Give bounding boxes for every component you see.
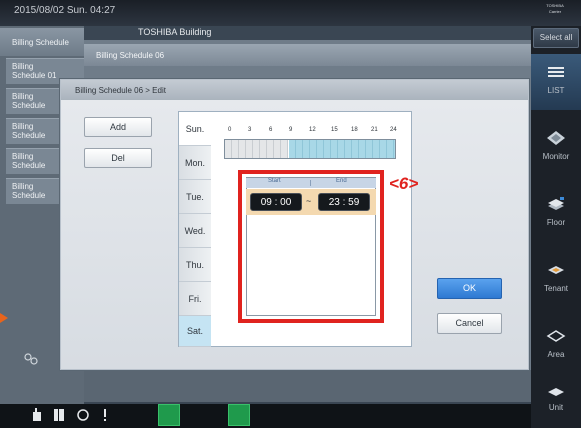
nav-floor-button[interactable]: Floor <box>531 186 581 242</box>
datetime-display: 2015/08/02 Sun. 04:27 <box>14 5 116 16</box>
list-icon <box>548 67 564 77</box>
alert-icon[interactable] <box>96 406 114 424</box>
monitor-icon <box>547 131 565 145</box>
nav-label: Area <box>547 350 565 359</box>
area-icon <box>546 330 566 342</box>
timeline-active-segment <box>289 140 395 158</box>
timeline-tick: 6 <box>269 127 273 133</box>
background-sidebar-header: Billing Schedule <box>0 28 84 56</box>
nav-label: Floor <box>546 218 566 227</box>
nav-label: Unit <box>548 403 564 412</box>
timeline-tick: 12 <box>309 127 316 133</box>
timeline-tick: 0 <box>228 127 232 133</box>
logo-line-2: Carrier <box>548 9 562 14</box>
nav-monitor-button[interactable]: Monitor <box>531 120 581 176</box>
nav-label: Monitor <box>542 152 570 161</box>
fork-icon[interactable] <box>158 404 180 426</box>
timeline-tick: 15 <box>331 127 338 133</box>
tab-tuesday[interactable]: Tue. <box>179 180 211 214</box>
app-screen: 2015/08/02 Sun. 04:27 TOSHIBA Carrier Bi… <box>0 0 581 428</box>
ok-button[interactable]: OK <box>437 278 502 299</box>
cancel-button[interactable]: Cancel <box>437 313 502 334</box>
hand-icon[interactable] <box>28 406 46 424</box>
tab-friday[interactable]: Fri. <box>179 282 211 316</box>
nav-label: LIST <box>547 86 565 95</box>
brand-logo: TOSHIBA Carrier <box>537 3 573 15</box>
nav-label: Tenant <box>543 284 569 293</box>
item-line: Billing <box>12 62 34 71</box>
del-button[interactable]: Del <box>84 148 152 168</box>
add-button[interactable]: Add <box>84 117 152 137</box>
timeline-tick: 21 <box>371 127 378 133</box>
circle-icon[interactable] <box>74 406 92 424</box>
timeline-tick: 9 <box>289 127 293 133</box>
background-content-title: Billing Schedule 06 <box>84 44 531 66</box>
timeline-tick: 3 <box>248 127 252 133</box>
timeline-inactive-segment <box>225 140 288 158</box>
day-timeline-bar <box>224 139 396 159</box>
nav-area-button[interactable]: Area <box>531 318 581 374</box>
pointer-arrow-icon <box>0 313 8 323</box>
tab-sunday[interactable]: Sun. <box>179 112 211 146</box>
select-all-button[interactable]: Select all <box>533 28 579 48</box>
tab-wednesday[interactable]: Wed. <box>179 214 211 248</box>
building-icon[interactable] <box>228 404 250 426</box>
tab-thursday[interactable]: Thu. <box>179 248 211 282</box>
background-footer <box>84 370 531 402</box>
nav-tenant-button[interactable]: Tenant <box>531 252 581 308</box>
timeline-tick: 18 <box>351 127 358 133</box>
tab-monday[interactable]: Mon. <box>179 146 211 180</box>
book-icon[interactable] <box>50 406 68 424</box>
nav-list-button[interactable]: LIST <box>531 54 581 110</box>
nav-unit-button[interactable]: Unit <box>531 378 581 428</box>
top-bar: 2015/08/02 Sun. 04:27 TOSHIBA Carrier <box>0 0 581 26</box>
dialog-title: Billing Schedule 06 > Edit <box>61 80 528 100</box>
tenant-icon <box>548 266 564 274</box>
link-icon <box>24 353 38 365</box>
tab-saturday[interactable]: Sat. <box>179 316 211 347</box>
annotation-highlight-box <box>238 170 384 323</box>
annotation-callout: <6> <box>389 174 419 193</box>
building-name: TOSHIBA Building <box>138 27 212 37</box>
unit-icon <box>548 388 564 396</box>
floor-icon <box>548 197 564 210</box>
timeline-tick: 24 <box>390 127 397 133</box>
